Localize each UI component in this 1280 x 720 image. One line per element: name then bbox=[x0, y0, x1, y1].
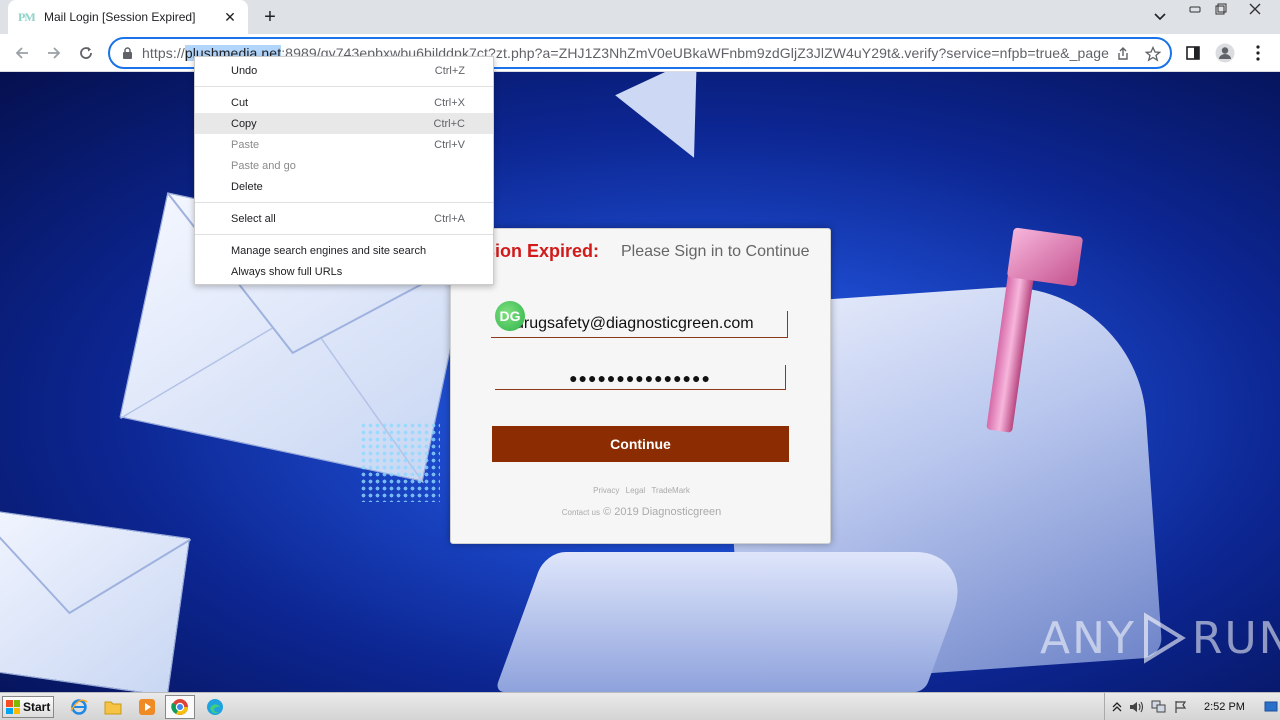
login-heading: ssion Expired: Please Sign in to Continu… bbox=[451, 239, 830, 265]
menu-item-label: Always show full URLs bbox=[231, 265, 343, 278]
continue-button[interactable]: Continue bbox=[492, 426, 789, 462]
menu-item-label: Paste and go bbox=[231, 159, 296, 172]
menu-item-shortcut: Ctrl+X bbox=[434, 96, 465, 109]
menu-item-label: Paste bbox=[231, 138, 260, 151]
kebab-menu-icon[interactable] bbox=[1245, 40, 1271, 66]
show-desktop-icon[interactable] bbox=[1263, 699, 1279, 715]
tab-search-chevron-icon[interactable] bbox=[1150, 8, 1170, 26]
profile-avatar-icon[interactable] bbox=[1212, 40, 1238, 66]
sign-in-prompt: Please Sign in to Continue bbox=[621, 243, 810, 260]
menu-item-label: Cut bbox=[231, 96, 249, 109]
menu-item-shortcut: Ctrl+V bbox=[434, 138, 465, 151]
pixel-grid-decoration bbox=[360, 422, 440, 502]
browser-toolbar: https://plushmedia.net:8989/gy743epbxwbu… bbox=[0, 34, 1280, 72]
media-player-icon[interactable] bbox=[136, 697, 158, 717]
reload-icon[interactable] bbox=[73, 40, 99, 66]
action-center-flag-icon[interactable] bbox=[1173, 699, 1189, 715]
network-icon[interactable] bbox=[1151, 699, 1167, 715]
menu-item-label: Delete bbox=[231, 180, 263, 193]
context-menu: Undo Ctrl+Z Cut Ctrl+X Copy Ctrl+C Paste… bbox=[194, 56, 494, 285]
password-field[interactable]: ●●●●●●●●●●●●●●● bbox=[495, 365, 786, 390]
watermark-right: RUN bbox=[1191, 612, 1280, 664]
chrome-taskbar-icon[interactable] bbox=[165, 695, 195, 719]
menu-item-paste-and-go: Paste and go bbox=[195, 155, 493, 176]
new-tab-icon[interactable]: + bbox=[258, 5, 282, 29]
menu-separator bbox=[195, 202, 493, 203]
menu-item-delete[interactable]: Delete bbox=[195, 176, 493, 197]
company-logo-avatar: DG bbox=[495, 301, 525, 331]
legal-link[interactable]: Legal bbox=[626, 486, 646, 495]
email-field[interactable]: drugsafety@diagnosticgreen.com bbox=[491, 311, 788, 338]
menu-item-undo[interactable]: Undo Ctrl+Z bbox=[195, 60, 493, 81]
tab-strip: PM Mail Login [Session Expired] ✕ + bbox=[0, 0, 1280, 34]
menu-item-select-all[interactable]: Select all Ctrl+A bbox=[195, 208, 493, 229]
windows-taskbar: Start 2:52 PM bbox=[0, 692, 1280, 720]
share-icon[interactable] bbox=[1114, 45, 1132, 63]
menu-separator bbox=[195, 86, 493, 87]
mailbox-flag-head-illustration bbox=[1006, 227, 1084, 287]
back-arrow-icon[interactable] bbox=[9, 40, 35, 66]
taskbar-clock: 2:52 PM bbox=[1204, 701, 1245, 713]
envelope-decoration bbox=[0, 507, 191, 692]
windows-logo-icon bbox=[6, 700, 20, 714]
volume-icon[interactable] bbox=[1129, 699, 1145, 715]
lock-icon[interactable] bbox=[120, 46, 134, 60]
browser-tab[interactable]: PM Mail Login [Session Expired] ✕ bbox=[8, 0, 248, 34]
menu-item-label: Select all bbox=[231, 212, 276, 225]
play-logo-icon bbox=[1143, 612, 1186, 664]
trademark-link[interactable]: TradeMark bbox=[651, 486, 689, 495]
login-card: ssion Expired: Please Sign in to Continu… bbox=[450, 228, 831, 544]
edge-icon[interactable] bbox=[204, 697, 226, 717]
menu-item-label: Copy bbox=[231, 117, 257, 130]
minimize-icon[interactable] bbox=[1182, 0, 1208, 18]
anyrun-watermark: ANY RUN bbox=[1040, 612, 1280, 664]
bookmark-star-icon[interactable] bbox=[1144, 45, 1162, 63]
file-explorer-icon[interactable] bbox=[102, 697, 124, 717]
menu-item-paste: Paste Ctrl+V bbox=[195, 134, 493, 155]
system-tray bbox=[1104, 693, 1280, 720]
tab-favicon-icon: PM bbox=[18, 10, 36, 24]
menu-item-shortcut: Ctrl+C bbox=[433, 117, 465, 130]
menu-item-label: Manage search engines and site search bbox=[231, 244, 427, 257]
internet-explorer-icon[interactable] bbox=[68, 697, 90, 717]
forward-arrow-icon[interactable] bbox=[41, 40, 67, 66]
envelope-corner-decoration bbox=[615, 72, 735, 177]
menu-separator bbox=[195, 234, 493, 235]
menu-item-shortcut: Ctrl+Z bbox=[434, 64, 465, 77]
start-button[interactable]: Start bbox=[2, 696, 54, 718]
copyright-text: © 2019 Diagnosticgreen bbox=[603, 506, 722, 518]
footer-links: Privacy Legal TradeMark bbox=[451, 486, 830, 495]
privacy-link[interactable]: Privacy bbox=[593, 486, 619, 495]
menu-item-label: Undo bbox=[231, 64, 258, 77]
menu-item-shortcut: Ctrl+A bbox=[434, 212, 465, 225]
watermark-left: ANY bbox=[1040, 612, 1136, 664]
contact-link[interactable]: Contact us bbox=[562, 508, 600, 517]
menu-item-always-show-full-urls[interactable]: Always show full URLs bbox=[195, 261, 493, 282]
phishing-page-background: ANY RUN ssion Expired: Please Sign in to… bbox=[0, 72, 1280, 692]
footer-copyright: Contact us © 2019 Diagnosticgreen bbox=[451, 506, 830, 518]
restore-icon[interactable] bbox=[1208, 0, 1234, 18]
window-close-icon[interactable] bbox=[1242, 0, 1268, 18]
url-prefix: https:// bbox=[142, 45, 185, 61]
side-panel-icon[interactable] bbox=[1180, 40, 1206, 66]
menu-item-manage-search-engines[interactable]: Manage search engines and site search bbox=[195, 240, 493, 261]
menu-item-cut[interactable]: Cut Ctrl+X bbox=[195, 92, 493, 113]
menu-item-copy[interactable]: Copy Ctrl+C bbox=[195, 113, 493, 134]
tab-title: Mail Login [Session Expired] bbox=[44, 10, 196, 24]
mailbox-door-illustration bbox=[494, 552, 976, 692]
start-label: Start bbox=[23, 700, 51, 714]
tab-close-icon[interactable]: ✕ bbox=[222, 9, 238, 25]
tray-expand-icon[interactable] bbox=[1109, 699, 1125, 715]
